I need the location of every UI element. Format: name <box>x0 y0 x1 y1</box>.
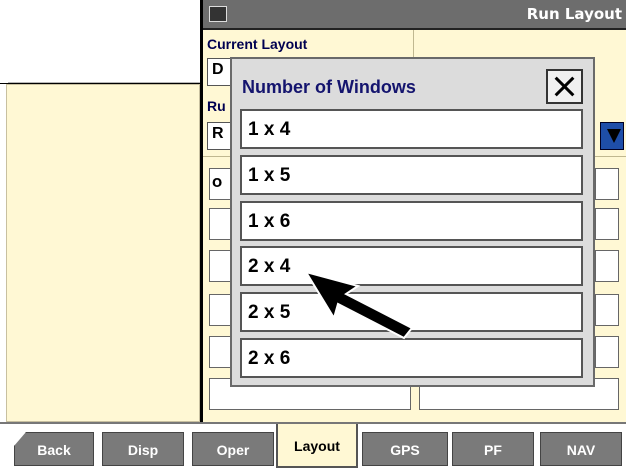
left-panel <box>6 84 200 422</box>
tab-gps[interactable]: GPS <box>362 432 448 466</box>
grid-cell[interactable] <box>48 42 87 83</box>
dropdown-arrow-icon <box>607 129 621 143</box>
display-icon <box>209 6 227 22</box>
grid-cell[interactable] <box>86 42 125 83</box>
current-layout-label: Current Layout <box>207 36 308 52</box>
tab-back[interactable]: Back <box>14 432 94 466</box>
tab-nav[interactable]: NAV <box>540 432 622 466</box>
dialog-title: Number of Windows <box>242 77 416 97</box>
window-slot[interactable] <box>595 208 619 240</box>
option-1x6[interactable]: 1 x 6 <box>240 201 583 241</box>
window-slot[interactable] <box>595 294 619 326</box>
window-title: Run Layout <box>526 5 622 23</box>
grid-cell[interactable] <box>86 2 125 43</box>
window-slot[interactable] <box>595 168 619 200</box>
title-bar: Run Layout <box>203 0 626 30</box>
close-icon[interactable] <box>546 69 583 104</box>
bottom-tab-bar: Back Disp Oper Layout GPS PF NAV <box>0 422 626 470</box>
tab-disp[interactable]: Disp <box>102 432 184 466</box>
option-2x6[interactable]: 2 x 6 <box>240 338 583 378</box>
pointer-arrow-icon <box>303 270 414 340</box>
option-1x5[interactable]: 1 x 5 <box>240 155 583 195</box>
grid-cell[interactable] <box>162 42 201 83</box>
grid-cell[interactable] <box>124 2 163 43</box>
tab-pf[interactable]: PF <box>452 432 534 466</box>
grid-cell[interactable] <box>8 2 49 43</box>
dropdown-button[interactable] <box>600 122 624 150</box>
window-slot[interactable] <box>595 250 619 282</box>
window-slot[interactable] <box>595 336 619 368</box>
tab-layout[interactable]: Layout <box>276 424 358 468</box>
window-grid <box>0 0 201 84</box>
run-label: Ru <box>207 98 226 114</box>
grid-cell[interactable] <box>8 42 49 83</box>
grid-cell[interactable] <box>162 2 201 43</box>
grid-cell[interactable] <box>48 2 87 43</box>
tab-oper[interactable]: Oper <box>192 432 274 466</box>
grid-cell[interactable] <box>124 42 163 83</box>
option-1x4[interactable]: 1 x 4 <box>240 109 583 149</box>
